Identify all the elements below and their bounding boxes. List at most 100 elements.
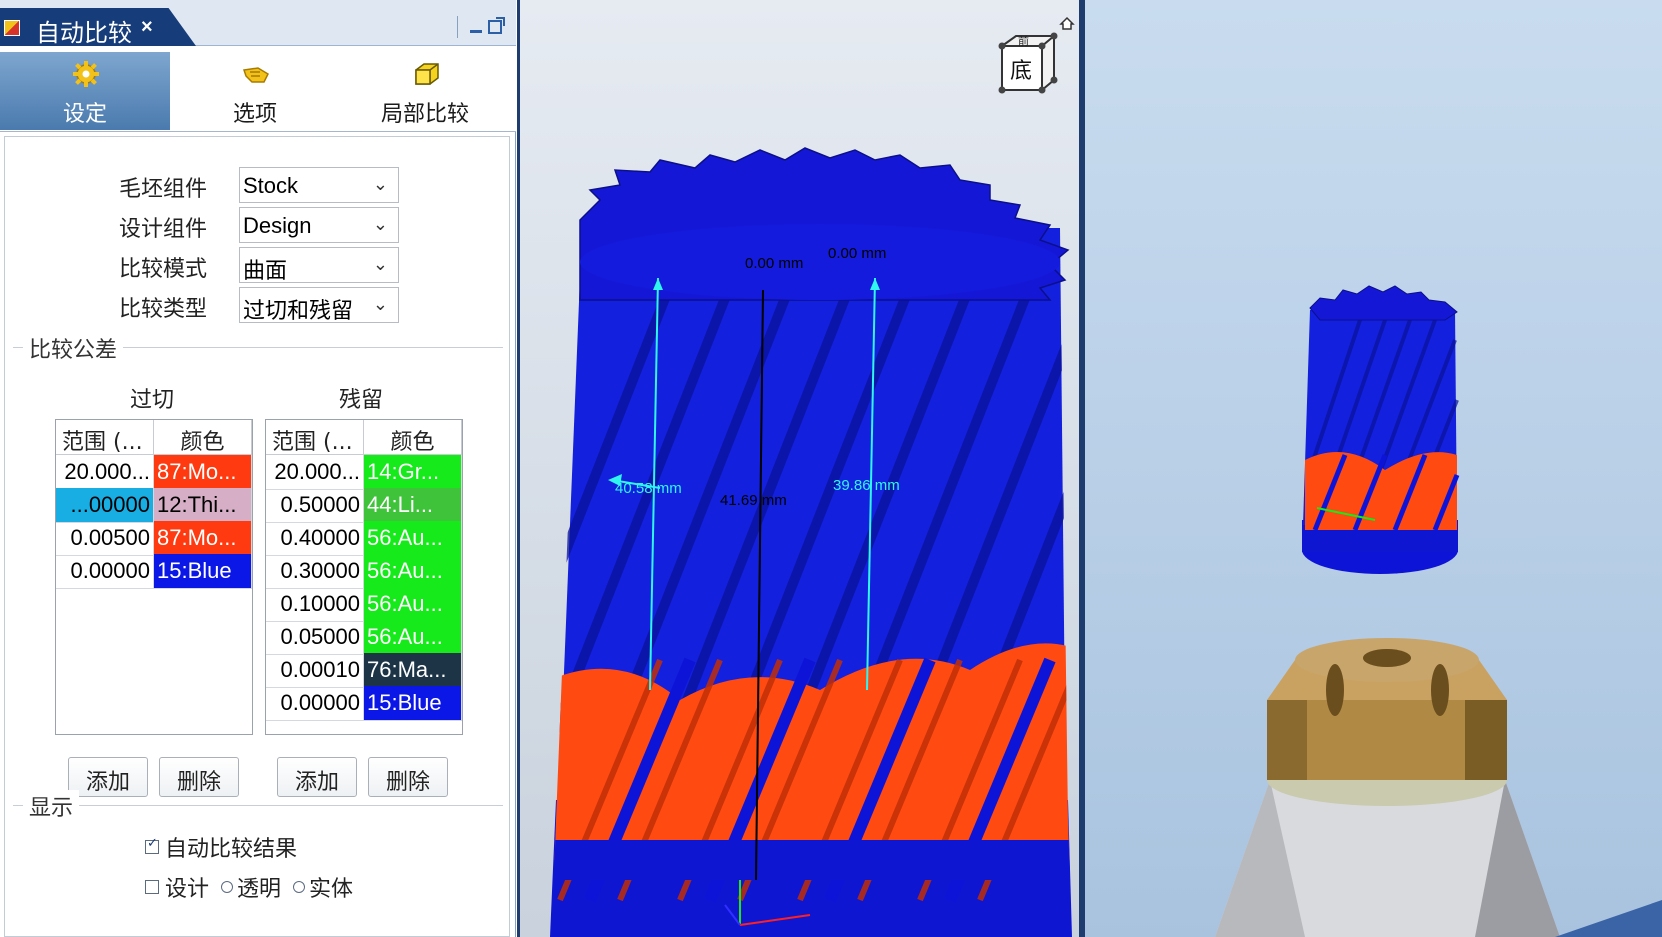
residual-table[interactable]: 范围 (... 颜色 20.000... 14:Gr... 0.50000 44:Li… [265,419,463,735]
app-logo-icon [4,20,20,36]
tolerance-group-title: 比较公差 [23,332,124,364]
dimension-label-top2: 0.00 mm [828,245,886,262]
design-label: 设计 [165,877,210,902]
design-component-select[interactable]: Design ⌄ [239,207,399,243]
residual-range-cell[interactable]: 0.30000 [266,554,364,589]
display-group-title: 显示 [23,790,80,822]
residual-range-cell[interactable]: 0.40000 [266,521,364,556]
tab-settings[interactable]: 设定 [0,52,170,130]
dimension-label-center: 41.69 mm [720,492,787,509]
dimension-label-top1: 0.00 mm [745,255,803,272]
display-options-row: 设计 透明 实体 [145,871,353,903]
home-icon[interactable] [1059,16,1075,30]
dimension-label-right: 39.86 mm [833,477,900,494]
panel-title: 自动比较 [36,19,132,47]
design-component-label: 设计组件 [119,217,208,242]
overcut-color-cell[interactable]: 15:Blue [154,554,252,589]
overcut-range-cell[interactable]: 0.00000 [56,554,154,589]
design-checkbox[interactable] [145,880,159,894]
spindle-chuck [1215,638,1560,937]
auto-compare-panel: 自动比较 × 设定 选项 局部比较 毛坯组件 Stock ⌄ 设计组件 Desi… [0,0,516,937]
title-tools [457,16,505,38]
title-divider [457,16,458,38]
tab-local-compare[interactable]: 局部比较 [340,52,510,130]
minimize-icon[interactable] [470,21,482,33]
compare-type-label: 比较类型 [119,297,208,322]
residual-add-button[interactable]: 添加 [277,757,357,797]
solid-radio[interactable] [293,881,306,893]
residual-color-header[interactable]: 颜色 [364,420,462,455]
gear-top-face [580,224,1060,300]
stock-component-select[interactable]: Stock ⌄ [239,167,399,203]
popout-icon[interactable] [488,17,505,34]
secondary-3d-viewport[interactable] [1085,0,1662,937]
residual-title: 残留 [339,388,384,413]
overcut-color-cell[interactable]: 87:Mo... [154,455,252,490]
tab-local-compare-label: 局部比较 [380,102,469,127]
chevron-down-icon: ⌄ [372,254,388,274]
overcut-range-header[interactable]: 范围 (... [56,420,154,455]
main-3d-viewport[interactable]: 40.58 mm 41.69 mm 39.86 mm 0.00 mm 0.00 … [517,0,1085,937]
dimension-label-left: 40.58 mm [615,480,682,497]
overcut-range-cell[interactable]: 20.000... [56,455,154,490]
residual-color-cell[interactable]: 76:Ma... [364,653,462,688]
overcut-add-button[interactable]: 添加 [68,757,148,797]
display-group-line [13,805,503,806]
tab-options[interactable]: 选项 [170,52,340,130]
chevron-down-icon: ⌄ [372,174,388,194]
residual-range-header[interactable]: 范围 (... [266,420,364,455]
settings-pane: 毛坯组件 Stock ⌄ 设计组件 Design ⌄ 比较模式 曲面 ⌄ 比较类… [4,136,510,937]
overcut-range-cell[interactable]: ...00000 [56,488,154,523]
residual-color-cell[interactable]: 56:Au... [364,587,462,622]
overcut-range-cell[interactable]: 0.00500 [56,521,154,556]
overcut-delete-button[interactable]: 删除 [159,757,239,797]
compare-mode-value: 曲面 [243,258,288,283]
overcut-color-cell[interactable]: 12:Thi... [154,488,252,523]
transparent-radio[interactable] [221,881,234,893]
residual-color-cell[interactable]: 56:Au... [364,620,462,655]
view-cube-face-label: 底 [1010,59,1032,84]
machine-scene-render [1215,285,1662,937]
view-cube-top-label: 前 [1018,34,1029,48]
residual-range-cell[interactable]: 0.00010 [266,653,364,688]
panel-tab[interactable]: 自动比较 × [0,8,196,46]
chevron-down-icon: ⌄ [372,214,388,234]
residual-range-cell[interactable]: 0.50000 [266,488,364,523]
overcut-table[interactable]: 范围 (... 颜色 20.000... 87:Mo... ...00000 12:T… [55,419,253,735]
overcut-color-cell[interactable]: 87:Mo... [154,521,252,556]
residual-color-cell[interactable]: 44:Li... [364,488,462,523]
cube-icon [415,63,439,85]
overcut-color-header[interactable]: 颜色 [154,420,252,455]
auto-compare-result-row[interactable]: 自动比较结果 [145,831,297,863]
compare-type-select[interactable]: 过切和残留 ⌄ [239,287,399,323]
gear-icon [73,61,99,87]
close-icon[interactable]: × [141,16,153,39]
chevron-down-icon: ⌄ [372,294,388,314]
app-root: 自动比较 × 设定 选项 局部比较 毛坯组件 Stock ⌄ 设计组件 Desi… [0,0,1662,937]
residual-range-cell[interactable]: 20.000... [266,455,364,490]
view-cube[interactable]: 前 底 [998,32,1058,94]
transparent-label: 透明 [237,877,282,902]
stock-component-label: 毛坯组件 [119,177,208,202]
design-component-value: Design [243,213,312,238]
machine-table [1555,900,1662,937]
residual-range-cell[interactable]: 0.05000 [266,620,364,655]
residual-color-cell[interactable]: 15:Blue [364,686,462,721]
compare-mode-select[interactable]: 曲面 ⌄ [239,247,399,283]
pointer-hand-icon [243,67,269,83]
tabs-row: 设定 选项 局部比较 [0,46,516,132]
residual-range-cell[interactable]: 0.00000 [266,686,364,721]
panel-titlebar: 自动比较 × [0,0,516,46]
stock-component-value: Stock [243,173,299,198]
gear-comparison-render: 40.58 mm 41.69 mm 39.86 mm 0.00 mm 0.00 … [550,16,1075,937]
auto-compare-result-label: 自动比较结果 [165,837,298,862]
residual-color-cell[interactable]: 14:Gr... [364,455,462,490]
residual-range-cell[interactable]: 0.10000 [266,587,364,622]
residual-color-cell[interactable]: 56:Au... [364,521,462,556]
auto-compare-result-checkbox[interactable] [145,836,159,854]
tab-settings-label: 设定 [62,102,107,127]
residual-color-cell[interactable]: 56:Au... [364,554,462,589]
tab-options-label: 选项 [232,102,277,127]
overcut-title: 过切 [130,388,175,413]
residual-delete-button[interactable]: 删除 [368,757,448,797]
